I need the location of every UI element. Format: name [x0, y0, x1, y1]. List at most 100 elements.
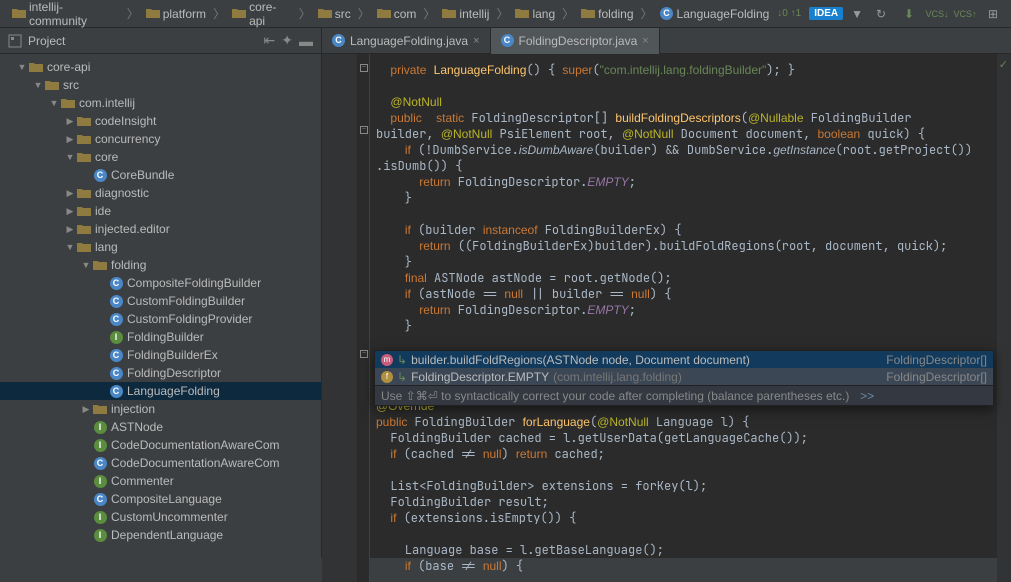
breadcrumb-item[interactable]: platform — [142, 5, 210, 23]
folder-icon — [76, 204, 92, 218]
interface-icon: I — [92, 510, 108, 524]
sidebar-collapse-icon[interactable]: ⇤ — [264, 32, 276, 49]
hint-more-link[interactable]: >> — [860, 389, 874, 403]
sidebar-hide-icon[interactable]: ▬ — [299, 33, 313, 49]
java-icon: C — [501, 34, 514, 47]
tree-node[interactable]: ICodeDocumentationAwareCom — [0, 436, 321, 454]
project-sidebar: Project ⇤ ✦ ▬ ▼core-api▼src▼com.intellij… — [0, 28, 322, 558]
tree-label: CoreBundle — [111, 168, 174, 182]
settings-icon[interactable]: ⊞ — [983, 4, 1003, 24]
tree-label: core-api — [47, 60, 90, 74]
tree-node[interactable]: CFoldingBuilderEx — [0, 346, 321, 364]
tree-label: FoldingBuilderEx — [127, 348, 218, 362]
folder-icon — [76, 240, 92, 254]
vcs-up-icon[interactable]: VCS↑ — [955, 4, 975, 24]
breadcrumb-item[interactable]: lang — [511, 5, 559, 23]
tree-node[interactable]: ▶codeInsight — [0, 112, 321, 130]
tree-node[interactable]: IFoldingBuilder — [0, 328, 321, 346]
vcs-icon[interactable]: VCS↓ — [927, 4, 947, 24]
tree-node[interactable]: CCompositeLanguage — [0, 490, 321, 508]
tree-label: Commenter — [111, 474, 174, 488]
tree-node[interactable]: ▶concurrency — [0, 130, 321, 148]
editor-tab[interactable]: CLanguageFolding.java× — [322, 28, 491, 54]
tree-label: ide — [95, 204, 111, 218]
tree-label: ASTNode — [111, 420, 163, 434]
project-icon — [8, 34, 22, 48]
folder-icon — [76, 132, 92, 146]
breadcrumb: intellij-community〉platform〉core-api〉src… — [8, 0, 773, 30]
completion-popup[interactable]: m↳ builder.buildFoldRegions(ASTNode node… — [374, 350, 994, 406]
tree-label: injection — [111, 402, 155, 416]
tree-label: com.intellij — [79, 96, 135, 110]
tree-node[interactable]: ▼src — [0, 76, 321, 94]
breadcrumb-item[interactable]: intellij-community — [8, 0, 124, 30]
interface-icon: I — [92, 420, 108, 434]
editor-tabs: CLanguageFolding.java×CFoldingDescriptor… — [322, 28, 1011, 54]
tree-node[interactable]: CCoreBundle — [0, 166, 321, 184]
breadcrumb-item[interactable]: CLanguageFolding — [656, 5, 774, 23]
tree-label: CodeDocumentationAwareCom — [111, 456, 280, 470]
breadcrumb-item[interactable]: folding — [577, 5, 637, 23]
tree-label: lang — [95, 240, 118, 254]
editor-tab[interactable]: CFoldingDescriptor.java× — [491, 28, 660, 54]
tree-label: core — [95, 150, 118, 164]
tree-node[interactable]: IDependentLanguage — [0, 526, 321, 544]
tree-node[interactable]: ▶diagnostic — [0, 184, 321, 202]
class-icon: C — [108, 294, 124, 308]
fold-gutter[interactable]: − − − — [358, 54, 370, 582]
completion-item[interactable]: f↳ FoldingDescriptor.EMPTY (com.intellij… — [375, 368, 993, 385]
breadcrumb-item[interactable]: core-api — [228, 0, 296, 30]
class-icon: C — [108, 312, 124, 326]
class-icon: C — [92, 168, 108, 182]
build-icon[interactable]: ⬇ — [899, 4, 919, 24]
error-stripe[interactable]: ✓ — [997, 54, 1011, 582]
tree-node[interactable]: CLanguageFolding — [0, 382, 321, 400]
class-icon: C — [108, 384, 124, 398]
tree-node[interactable]: IASTNode — [0, 418, 321, 436]
tree-node[interactable]: CCustomFoldingBuilder — [0, 292, 321, 310]
close-icon[interactable]: × — [642, 35, 648, 47]
tree-node[interactable]: ▶injection — [0, 400, 321, 418]
tree-node[interactable]: CFoldingDescriptor — [0, 364, 321, 382]
tree-node[interactable]: CCustomFoldingProvider — [0, 310, 321, 328]
project-tree[interactable]: ▼core-api▼src▼com.intellij▶codeInsight▶c… — [0, 54, 321, 558]
tree-node[interactable]: ▼core — [0, 148, 321, 166]
tree-node[interactable]: CCompositeFoldingBuilder — [0, 274, 321, 292]
folder-icon — [60, 96, 76, 110]
sync-icon[interactable]: ↻ — [871, 4, 891, 24]
completion-item[interactable]: m↳ builder.buildFoldRegions(ASTNode node… — [375, 351, 993, 368]
tree-label: FoldingBuilder — [127, 330, 204, 344]
tree-label: CustomFoldingBuilder — [127, 294, 245, 308]
breadcrumb-item[interactable]: src — [314, 5, 355, 23]
tree-label: CodeDocumentationAwareCom — [111, 438, 280, 452]
tree-node[interactable]: ▼lang — [0, 238, 321, 256]
sidebar-settings-icon[interactable]: ✦ — [281, 32, 293, 49]
close-icon[interactable]: × — [473, 35, 479, 47]
sidebar-header: Project ⇤ ✦ ▬ — [0, 28, 321, 54]
tree-label: concurrency — [95, 132, 160, 146]
tree-node[interactable]: ▼com.intellij — [0, 94, 321, 112]
breadcrumb-item[interactable]: com — [373, 5, 421, 23]
tree-node[interactable]: CCodeDocumentationAwareCom — [0, 454, 321, 472]
tree-label: FoldingDescriptor — [127, 366, 221, 380]
sidebar-title: Project — [28, 34, 258, 48]
folder-icon — [76, 150, 92, 164]
class-icon: C — [108, 366, 124, 380]
code-content[interactable]: private LanguageFolding() { super("com.i… — [370, 54, 997, 582]
idea-badge[interactable]: IDEA — [809, 7, 843, 20]
tree-node[interactable]: ▶injected.editor — [0, 220, 321, 238]
tree-node[interactable]: ICustomUncommenter — [0, 508, 321, 526]
breadcrumb-item[interactable]: intellij — [438, 5, 493, 23]
titlebar: intellij-community〉platform〉core-api〉src… — [0, 0, 1011, 28]
tree-label: CompositeFoldingBuilder — [127, 276, 261, 290]
tree-label: folding — [111, 258, 146, 272]
tree-node[interactable]: ▼core-api — [0, 58, 321, 76]
code-editor[interactable]: − − − private LanguageFolding() { super(… — [322, 54, 1011, 582]
tree-node[interactable]: ▼folding — [0, 256, 321, 274]
tree-node[interactable]: ICommenter — [0, 472, 321, 490]
titlebar-actions: ↓0 ↑1 IDEA ▼ ↻ ⬇ VCS↓ VCS↑ ⊞ — [777, 4, 1003, 24]
interface-icon: I — [92, 474, 108, 488]
tree-label: CustomFoldingProvider — [127, 312, 252, 326]
tree-node[interactable]: ▶ide — [0, 202, 321, 220]
interface-icon: I — [92, 438, 108, 452]
